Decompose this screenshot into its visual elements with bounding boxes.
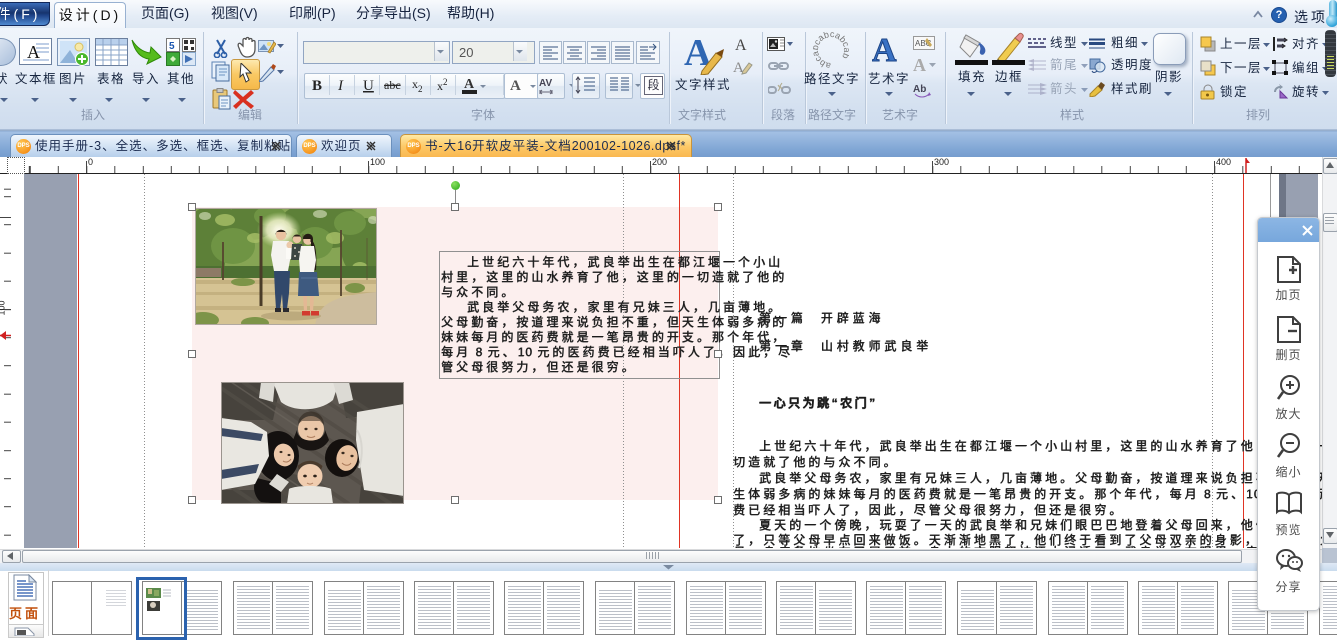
svg-text:5: 5 [169, 41, 175, 52]
svg-text:2: 2 [443, 77, 448, 87]
svg-text:B: B [312, 78, 322, 94]
svg-text:2: 2 [418, 84, 423, 94]
svg-text:I: I [337, 78, 344, 94]
svg-text:A: A [510, 78, 521, 94]
svg-text:A: A [735, 37, 747, 53]
svg-text:A: A [913, 55, 926, 74]
svg-text:U: U [363, 78, 374, 94]
svg-text:A: A [872, 33, 897, 65]
svg-text:Ab: Ab [913, 84, 926, 95]
svg-text:abcabcabcabcab: abcabcabcabcab [813, 32, 849, 68]
svg-text:abc: abc [384, 78, 401, 92]
svg-text:A: A [464, 77, 475, 92]
svg-text:AV: AV [539, 78, 552, 89]
